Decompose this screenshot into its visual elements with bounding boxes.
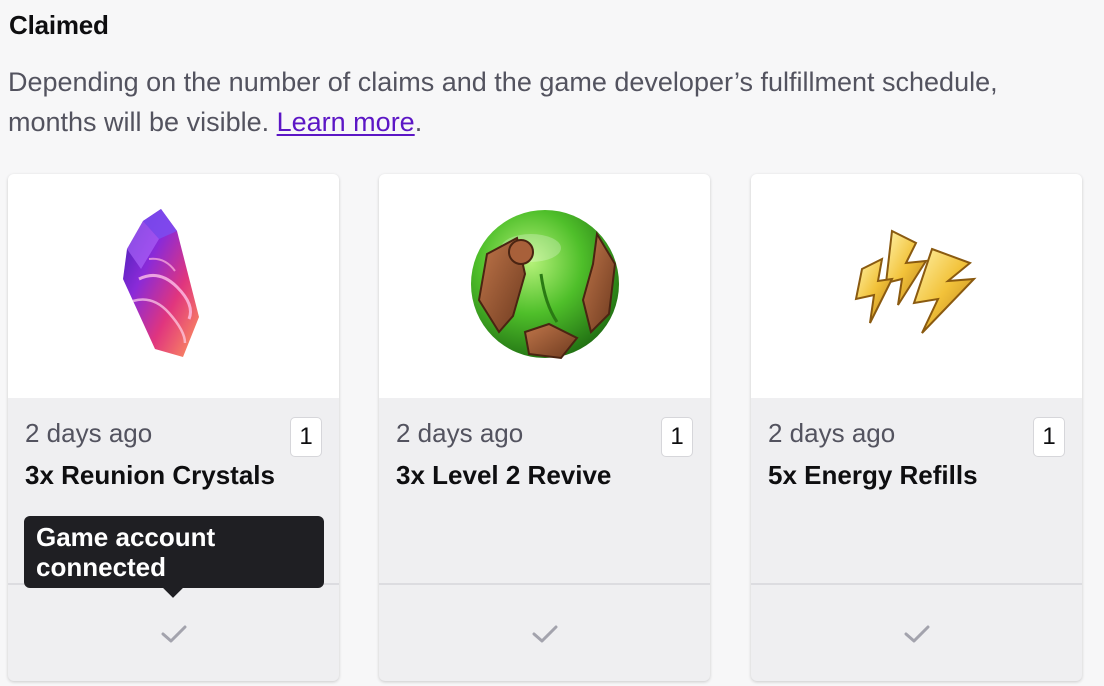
description-line-2-text: months will be visible. [8,107,270,137]
claim-time: 2 days ago [396,418,524,448]
reward-name: 3x Level 2 Revive [396,460,612,490]
crystal-icon [119,208,229,364]
reward-image [751,174,1082,398]
check-icon [903,623,931,645]
card-footer [751,583,1082,683]
section-title: Claimed [9,10,109,40]
claim-time: 2 days ago [25,418,153,448]
quantity-badge: 1 [290,417,322,457]
account-connected-tooltip: Game account connected [24,516,324,588]
energy-bolt-icon [852,228,982,344]
description-period: . [414,107,423,137]
reward-image [379,174,710,398]
reward-name: 5x Energy Refills [768,460,978,490]
card-footer [8,583,339,683]
description-line-2: months will be visible. Learn more. [8,102,1104,142]
reward-image [8,174,339,398]
reward-name: 3x Reunion Crystals [25,460,275,490]
revive-orb-icon [465,204,625,369]
quantity-badge: 1 [1033,417,1065,457]
reward-card-energy-refills[interactable]: 2 days ago 1 5x Energy Refills [751,174,1082,681]
tooltip-line-2: connected [36,552,167,582]
reward-card-reunion-crystals[interactable]: 2 days ago 1 3x Reunion Crystals Game ac… [8,174,339,681]
check-icon [531,623,559,645]
card-footer [379,583,710,683]
check-icon [160,623,188,645]
reward-cards: 2 days ago 1 3x Reunion Crystals Game ac… [8,174,1083,682]
claim-time: 2 days ago [768,418,896,448]
reward-card-level-2-revive[interactable]: 2 days ago 1 3x Level 2 Revive [379,174,710,681]
section-description: Depending on the number of claims and th… [8,62,1104,142]
learn-more-link[interactable]: Learn more [277,107,415,137]
description-line-1: Depending on the number of claims and th… [8,67,998,97]
quantity-badge: 1 [661,417,693,457]
tooltip-line-1: Game account [36,522,216,552]
